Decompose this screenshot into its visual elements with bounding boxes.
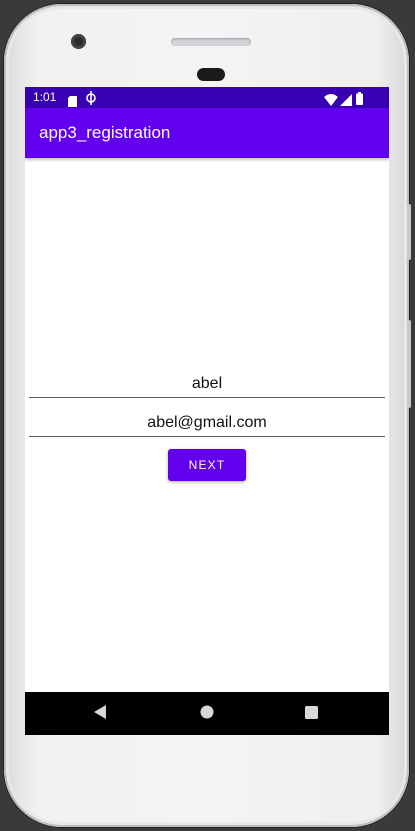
battery-icon [356,90,363,109]
navigation-bar [25,692,389,735]
app-title: app3_registration [39,123,171,142]
status-bar: 1:01 [25,87,389,108]
recents-icon[interactable] [305,704,318,723]
proximity-sensor [197,68,225,81]
data-saver-icon [86,90,96,109]
email-input[interactable] [29,410,385,437]
device-screen: 1:01 app3_registration NEXT [25,87,389,735]
front-camera [71,34,86,49]
name-input[interactable] [29,371,385,398]
power-button [407,204,411,260]
next-button[interactable]: NEXT [168,449,246,481]
volume-button [407,320,411,408]
status-time: 1:01 [33,90,57,104]
app-bar: app3_registration [25,108,389,158]
earpiece-speaker [171,38,251,46]
home-icon[interactable] [200,704,214,723]
back-icon[interactable] [94,704,106,723]
